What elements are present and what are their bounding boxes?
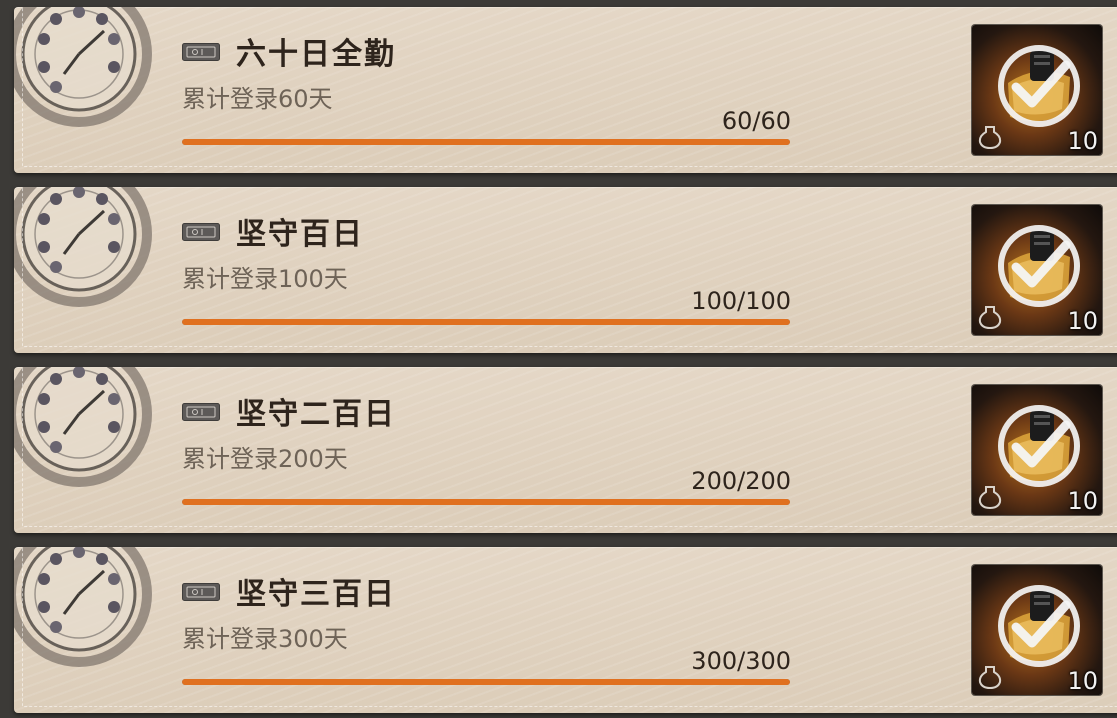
achievement-title: 坚守百日 [236,217,364,252]
progress-bar-fill [182,139,790,145]
progress-text: 200/200 [691,467,791,495]
achievement-card: 坚守百日 累计登录100天 100/100 10 [14,187,1117,353]
achievement-title: 六十日全勤 [236,37,396,72]
reward-slot[interactable]: 10 [972,385,1102,515]
reward-count: 10 [1067,307,1098,335]
progress-bar-fill [182,319,790,325]
achievement-list: 六十日全勤 累计登录60天 60/60 10 坚守百日 累计登录100天 100… [0,0,1117,718]
progress-bar [182,319,790,325]
reward-count: 10 [1067,127,1098,155]
reward-count: 10 [1067,667,1098,695]
progress-text: 300/300 [691,647,791,675]
ink-bottle-icon [978,666,1002,690]
reward-slot[interactable]: 10 [972,205,1102,335]
achievement-title: 坚守二百日 [236,397,396,432]
clock-icon [14,7,152,127]
progress-text: 60/60 [721,107,791,135]
achievement-description: 累计登录60天 [182,85,333,113]
achievement-title: 坚守三百日 [236,577,396,612]
check-icon [998,45,1080,127]
clock-icon [14,547,152,667]
achievement-description: 累计登录100天 [182,265,348,293]
ink-bottle-icon [978,126,1002,150]
progress-bar [182,139,790,145]
progress-bar [182,499,790,505]
check-icon [998,225,1080,307]
ticket-icon [182,403,220,421]
reward-slot[interactable]: 10 [972,565,1102,695]
clock-icon [14,187,152,307]
check-icon [998,405,1080,487]
progress-bar-fill [182,679,790,685]
progress-bar [182,679,790,685]
ticket-icon [182,223,220,241]
progress-bar-fill [182,499,790,505]
ticket-icon [182,583,220,601]
achievement-card: 六十日全勤 累计登录60天 60/60 10 [14,7,1117,173]
ticket-icon [182,43,220,61]
reward-slot[interactable]: 10 [972,25,1102,155]
check-icon [998,585,1080,667]
ink-bottle-icon [978,486,1002,510]
reward-count: 10 [1067,487,1098,515]
achievement-description: 累计登录300天 [182,625,348,653]
achievement-description: 累计登录200天 [182,445,348,473]
clock-icon [14,367,152,487]
ink-bottle-icon [978,306,1002,330]
progress-text: 100/100 [691,287,791,315]
achievement-card: 坚守三百日 累计登录300天 300/300 10 [14,547,1117,713]
achievement-card: 坚守二百日 累计登录200天 200/200 10 [14,367,1117,533]
